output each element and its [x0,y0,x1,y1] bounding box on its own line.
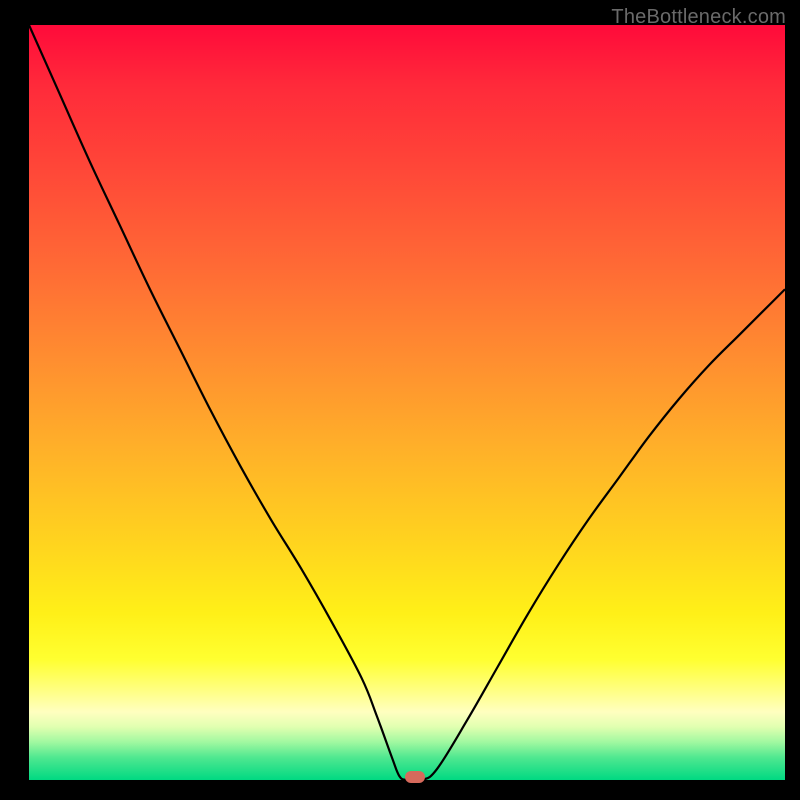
watermark-text: TheBottleneck.com [611,6,786,29]
chart-frame: TheBottleneck.com [0,0,800,800]
plot-background-gradient [29,25,785,780]
